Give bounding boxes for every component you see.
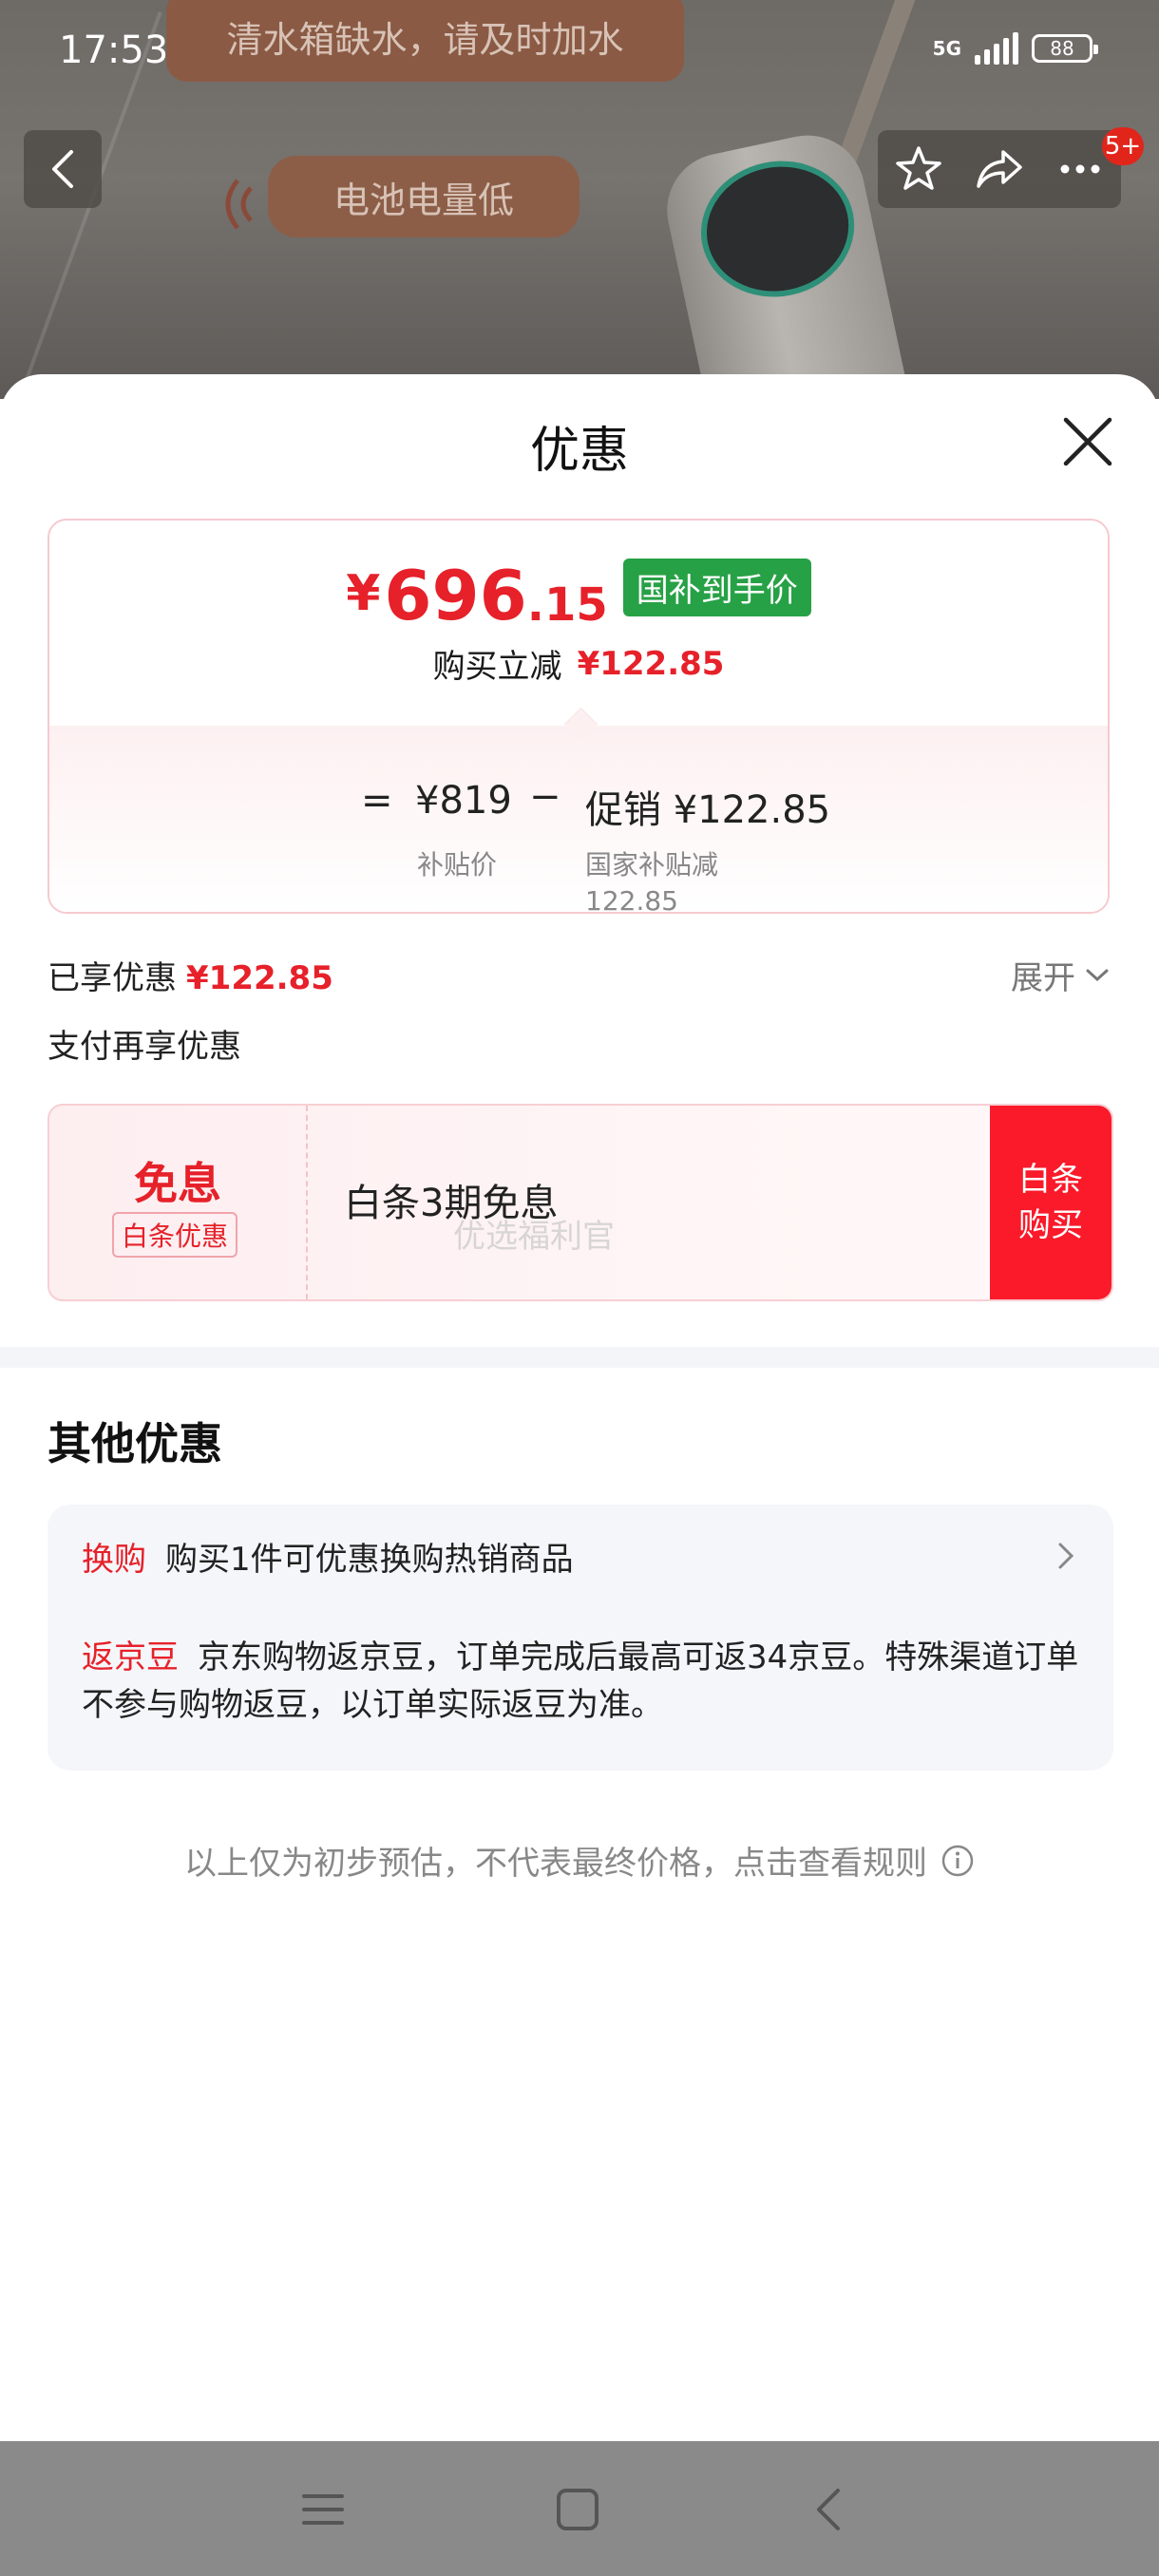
sound-wave-icon [225, 179, 253, 230]
exchange-tag: 换购 [82, 1541, 146, 1579]
back-nav-icon[interactable] [804, 2483, 857, 2536]
star-icon [895, 146, 941, 190]
price-formula: = ¥819 − 促销 ¥122.85 补贴价 国家补贴减 122.85 [49, 775, 1108, 912]
exchange-offer-row[interactable]: 换购 购买1件可优惠换购热销商品 [82, 1533, 574, 1580]
sheet-title: 优惠 [529, 423, 629, 480]
price-decimal: .15 [526, 578, 608, 632]
rules-footnote[interactable]: 以上仅为初步预估，不代表最终价格，点击查看规则 [0, 1837, 1159, 1884]
menu-icon[interactable] [296, 2483, 350, 2536]
other-discounts-card: 换购 购买1件可优惠换购热销商品 返京豆 京东购物返京豆，订单完成后最高可返34京… [48, 1505, 1113, 1771]
baitiao-coupon-card[interactable]: 免息 白条优惠 白条3期免息 优选福利官 白条 购买 [48, 1104, 1113, 1301]
price-currency: ¥ [346, 565, 381, 622]
baitiao-buy-button[interactable]: 白条 购买 [990, 1106, 1112, 1299]
home-icon[interactable] [551, 2483, 604, 2536]
buy-button-line2: 购买 [1018, 1206, 1083, 1244]
expand-label: 展开 [1011, 959, 1075, 997]
more-button[interactable] [1054, 142, 1107, 196]
reduce-label: 购买立减 [432, 648, 562, 686]
price-summary: ¥ 696 .15 国补到手价 购买立减 ¥122.85 [49, 521, 1108, 726]
price-integer: 696 [384, 556, 527, 635]
share-button[interactable] [973, 142, 1026, 196]
footnote-text: 以上仅为初步预估，不代表最终价格，点击查看规则 [184, 1845, 927, 1883]
battery-level: 88 [1050, 37, 1074, 60]
close-icon[interactable] [1056, 410, 1119, 473]
battery-icon: 88 [1032, 34, 1098, 63]
coupon-left-section: 免息 白条优惠 [49, 1106, 308, 1299]
buy-button-line1: 白条 [1018, 1161, 1083, 1199]
signal-bars-icon [975, 32, 1018, 65]
more-dots-icon [1060, 164, 1100, 174]
formula-minus: − [529, 775, 561, 819]
status-bar: 17:53 5G 88 [0, 0, 1159, 104]
final-price: ¥ 696 .15 [346, 561, 608, 630]
formula-equals: = [361, 779, 393, 823]
discount-sheet: 优惠 ¥ 696 .15 国补到手价 购买立减 ¥122.85 = ¥819 − [0, 374, 1159, 2441]
top-action-group [878, 130, 1121, 208]
formula-promo-label: 国家补贴减 [585, 849, 719, 881]
exchange-text: 购买1件可优惠换购热销商品 [165, 1541, 574, 1579]
share-icon [977, 150, 1022, 188]
chevron-left-icon [52, 150, 73, 188]
enjoyed-value: ¥122.85 [186, 959, 333, 997]
reduce-value: ¥122.85 [577, 644, 725, 683]
enjoyed-discount: 已享优惠 ¥122.85 [48, 952, 333, 998]
jingdou-tag: 返京豆 [82, 1638, 179, 1676]
device-body [656, 124, 911, 399]
system-nav-bar [0, 2441, 1159, 2576]
device-display [688, 146, 867, 312]
formula-promo-value: 促销 ¥122.85 [585, 788, 831, 832]
pay-more-heading: 支付再享优惠 [48, 1028, 241, 1066]
coupon-title: 免息 [134, 1158, 221, 1209]
status-time: 17:53 [59, 28, 169, 72]
enjoyed-label: 已享优惠 [48, 959, 177, 997]
subsidy-price-tag: 国补到手价 [622, 559, 811, 616]
info-icon [941, 1845, 974, 1876]
favorite-button[interactable] [892, 142, 945, 196]
jingdou-text: 京东购物返京豆，订单完成后最高可返34京豆。特殊渠道订单不参与购物返豆，以订单实… [82, 1638, 1079, 1724]
coupon-tag: 白条优惠 [112, 1212, 238, 1258]
formula-base-label: 补贴价 [417, 849, 498, 881]
section-divider [0, 1347, 1159, 1368]
back-button[interactable] [24, 130, 102, 208]
chevron-right-icon[interactable] [1056, 1541, 1075, 1571]
system-indicators: 5G 88 [932, 32, 1098, 65]
chevron-down-icon [1086, 969, 1109, 981]
banner-battery-text: 电池电量低 [332, 179, 514, 221]
price-breakdown-card: ¥ 696 .15 国补到手价 购买立减 ¥122.85 = ¥819 − 促销… [48, 519, 1110, 914]
formula-promo-amount: 122.85 [585, 885, 678, 914]
banner-battery-warning: 电池电量低 [268, 156, 580, 237]
formula-base-value: ¥819 [415, 779, 512, 823]
final-price-row: ¥ 696 .15 国补到手价 [49, 559, 1108, 630]
coupon-watermark: 优选福利官 [453, 1218, 615, 1256]
message-badge: 5+ [1102, 127, 1144, 165]
instant-reduce-row: 购买立减 ¥122.85 [49, 640, 1108, 687]
network-label: 5G [932, 37, 961, 60]
expand-button[interactable]: 展开 [1011, 952, 1110, 998]
jingdou-offer-row: 返京豆 京东购物返京豆，订单完成后最高可返34京豆。特殊渠道订单不参与购物返豆，以… [82, 1634, 1089, 1729]
other-discounts-title: 其他优惠 [48, 1418, 222, 1469]
